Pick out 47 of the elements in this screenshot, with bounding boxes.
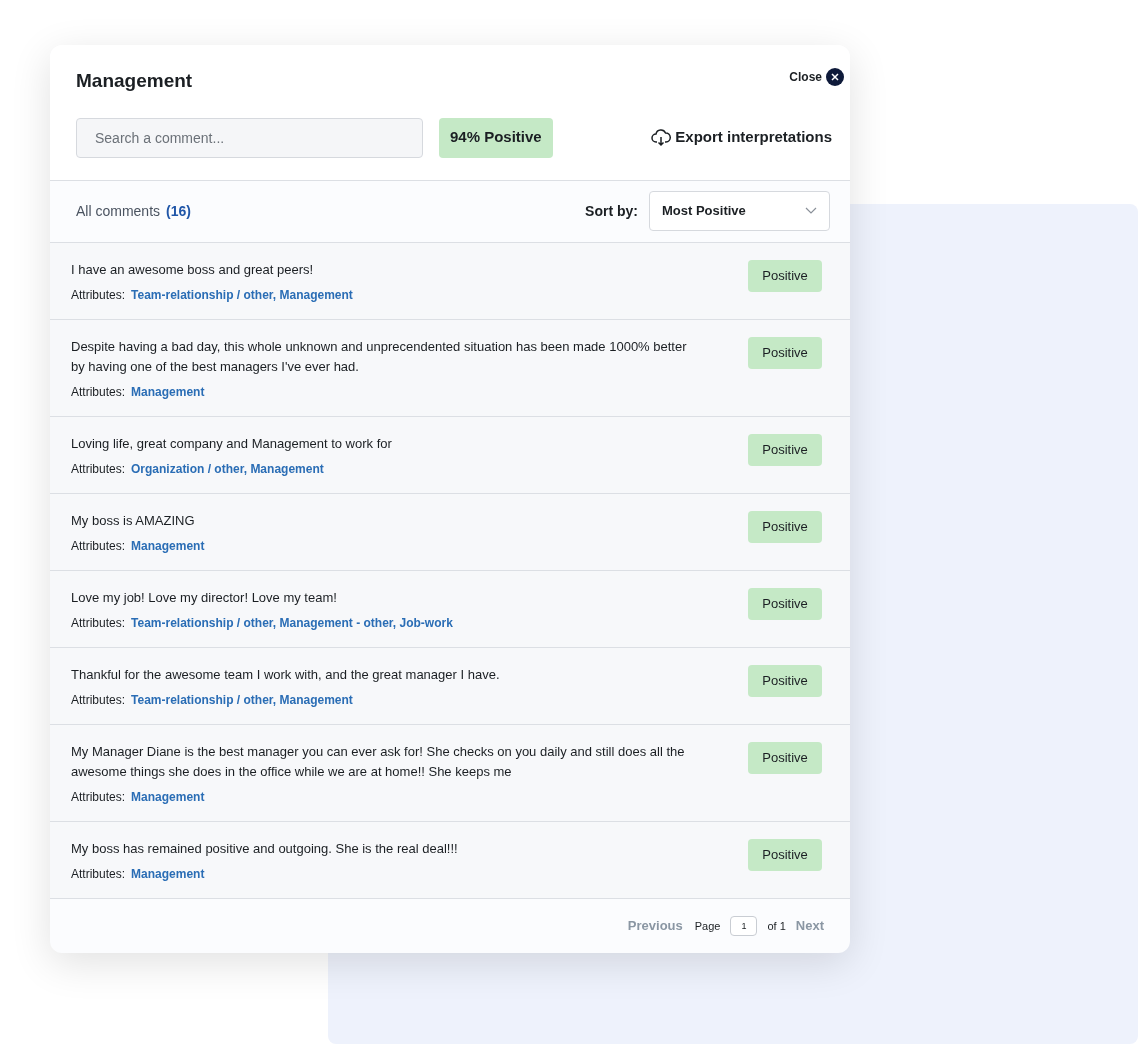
attributes-label: Attributes: — [71, 460, 126, 478]
comment-text: Despite having a bad day, this whole unknown and unprecendented situation has been made 1000% better by having one of the best managers I've ever had. — [71, 337, 688, 376]
export-button[interactable]: Export interpretations — [651, 126, 832, 149]
comment-text: My boss is AMAZING — [71, 511, 196, 530]
attributes-label: Attributes: — [71, 537, 126, 555]
page-count: of 1 — [767, 918, 786, 934]
attributes-link[interactable]: Management — [131, 864, 205, 883]
comment-text: Thankful for the awesome team I work with, and the great manager I have. — [71, 665, 501, 684]
sort-dropdown[interactable]: Most Positive — [649, 191, 830, 231]
comment-text: My Manager Diane is the best manager you can ever ask for! She checks on you daily and still does all the awesome things she does in the office while we are at home!! She keeps me — [71, 742, 686, 781]
comment-text: My boss has remained positive and outgoing. She is the real deal!!! — [71, 839, 459, 858]
sentiment-tag: Positive — [748, 433, 822, 466]
sentiment-tag: Positive — [748, 587, 822, 620]
page-number-field[interactable]: 1 — [730, 915, 758, 936]
dialog-title: Management — [76, 69, 193, 93]
attributes-link[interactable]: Management — [131, 536, 205, 555]
attributes-link[interactable]: Team-relationship / other, Management — [131, 690, 353, 709]
sort-label: Sort by: — [585, 201, 638, 221]
sentiment-tag: Positive — [748, 336, 822, 369]
search-field[interactable]: Search a comment... — [76, 117, 423, 158]
comments-label: All comments — [76, 201, 161, 221]
attributes-link[interactable]: Team-relationship / other, Management - other, Job-work — [131, 613, 453, 632]
attributes-label: Attributes: — [71, 614, 126, 632]
chevron-down-icon — [805, 207, 817, 215]
attributes-label: Attributes: — [71, 865, 126, 883]
sentiment-tag: Positive — [748, 838, 822, 871]
sentiment-tag: Positive — [748, 664, 822, 697]
attributes-link[interactable]: Organization / other, Management — [131, 459, 324, 478]
comment-text: Love my job! Love my director! Love my team! — [71, 588, 338, 607]
comments-count: (16) — [166, 201, 191, 221]
attributes-label: Attributes: — [71, 383, 126, 401]
attributes-label: Attributes: — [71, 788, 126, 806]
comment-text: I have an awesome boss and great peers! — [71, 260, 315, 279]
attributes-link[interactable]: Management — [131, 787, 205, 806]
page-label: Page — [694, 918, 721, 934]
sentiment-tag: Positive — [748, 510, 822, 543]
sentiment-tag: Positive — [748, 741, 822, 774]
attributes-link[interactable]: Management — [131, 382, 205, 401]
cloud-download-icon — [651, 128, 672, 147]
attributes-label: Attributes: — [71, 286, 126, 304]
sentiment-tag: Positive — [748, 259, 822, 292]
close-button[interactable]: Close — [789, 68, 844, 86]
attributes-link[interactable]: Team-relationship / other, Management — [131, 285, 353, 304]
attributes-label: Attributes: — [71, 691, 126, 709]
close-icon — [826, 68, 844, 86]
comment-text: Loving life, great company and Management to work for — [71, 434, 393, 453]
score-badge: 94% Positive — [439, 117, 553, 158]
